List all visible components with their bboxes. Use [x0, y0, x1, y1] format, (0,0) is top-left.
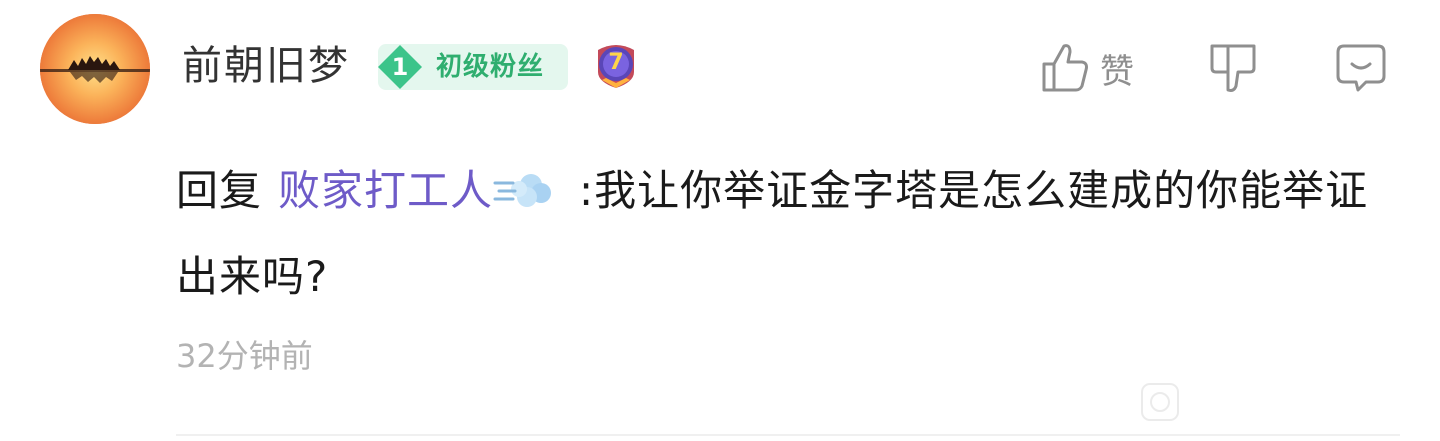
mention-link[interactable]: 败家打工人	[278, 166, 493, 215]
thumb-down-icon	[1210, 44, 1256, 92]
reply-prefix: 回复	[176, 166, 263, 215]
comment-body: 回复 败家打工人 :我让你举证金字塔是怎么建成的你能举证出来吗?	[176, 148, 1396, 320]
medal-level-number: 7	[608, 50, 624, 75]
divider	[176, 434, 1400, 436]
dislike-button[interactable]	[1208, 40, 1258, 96]
avatar[interactable]	[40, 14, 150, 124]
fan-level-number: 1	[391, 53, 409, 81]
dash-emoji-icon	[493, 169, 553, 211]
sunset-avatar-image	[40, 14, 150, 124]
username[interactable]: 前朝旧梦	[182, 38, 350, 94]
thumb-up-icon	[1042, 44, 1088, 92]
medal-badge-icon[interactable]: 7	[592, 42, 640, 90]
timestamp: 32分钟前	[176, 337, 313, 375]
reply-button[interactable]	[1334, 40, 1388, 96]
watermark-icon	[1138, 380, 1182, 424]
like-label: 赞	[1100, 51, 1134, 92]
comment-bubble-icon	[1336, 44, 1386, 92]
fan-level-diamond-icon: 1	[376, 43, 424, 91]
fan-level-badge[interactable]: 1 初级粉丝	[378, 44, 568, 90]
fan-level-label: 初级粉丝	[436, 52, 545, 82]
like-button[interactable]: 赞	[1040, 40, 1134, 96]
